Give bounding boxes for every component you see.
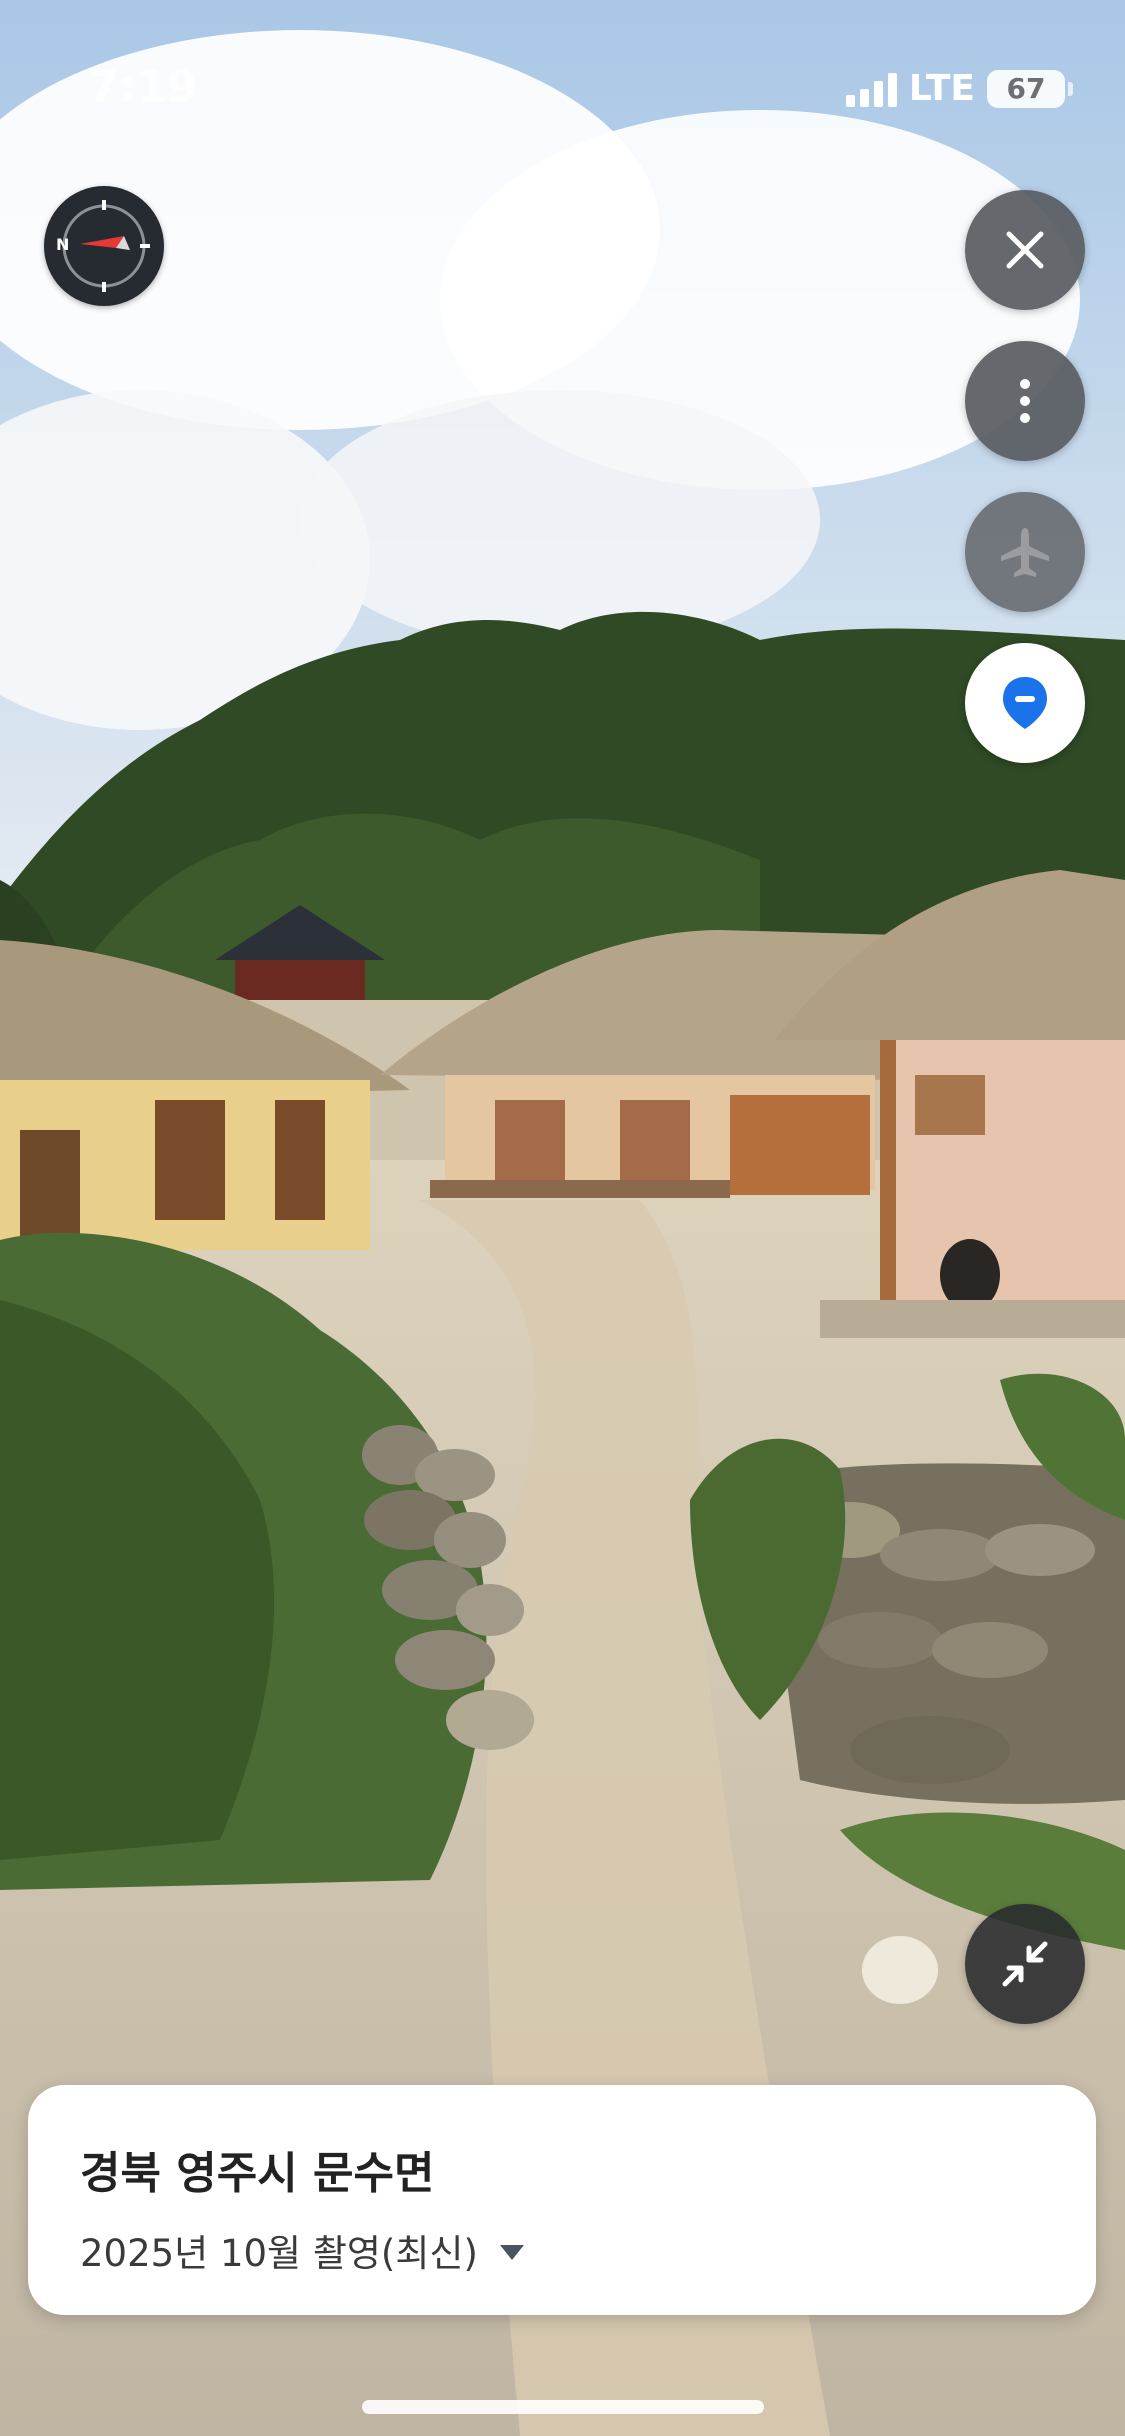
compass-north-label: N (56, 235, 69, 254)
home-indicator[interactable] (362, 2400, 764, 2414)
signal-strength-icon (845, 71, 897, 107)
capture-date-label: 2025년 10월 촬영(최신) (80, 2232, 478, 2275)
close-button[interactable] (965, 190, 1085, 310)
location-pin-icon (1003, 677, 1047, 729)
network-type: LTE (908, 68, 975, 109)
battery-icon: 67 (987, 69, 1073, 108)
dropdown-arrow-icon (499, 2244, 524, 2260)
street-view-panorama[interactable] (0, 0, 1125, 2436)
battery-level: 67 (1006, 72, 1046, 105)
location-pin-button[interactable] (965, 643, 1085, 763)
more-vertical-icon (1020, 379, 1030, 423)
minimize-button[interactable] (965, 1904, 1085, 2024)
compass-icon: N (56, 200, 150, 292)
close-icon (1006, 231, 1044, 269)
status-icons: LTE 67 (845, 68, 1073, 109)
location-info-card[interactable]: 경북 영주시 문수면 2025년 10월 촬영(최신) (28, 2085, 1096, 2315)
collapse-arrows-icon (1002, 1941, 1048, 1987)
more-options-button[interactable] (965, 341, 1085, 461)
status-time: 7:19 (88, 62, 198, 113)
aerial-view-button[interactable] (965, 492, 1085, 612)
compass-button[interactable]: N (44, 186, 164, 306)
airplane-icon (1001, 528, 1049, 577)
capture-date-selector[interactable]: 2025년 10월 촬영(최신) (80, 2223, 524, 2277)
location-title: 경북 영주시 문수면 (80, 2148, 435, 2199)
status-bar: 7:19 LTE 67 (0, 62, 1125, 122)
